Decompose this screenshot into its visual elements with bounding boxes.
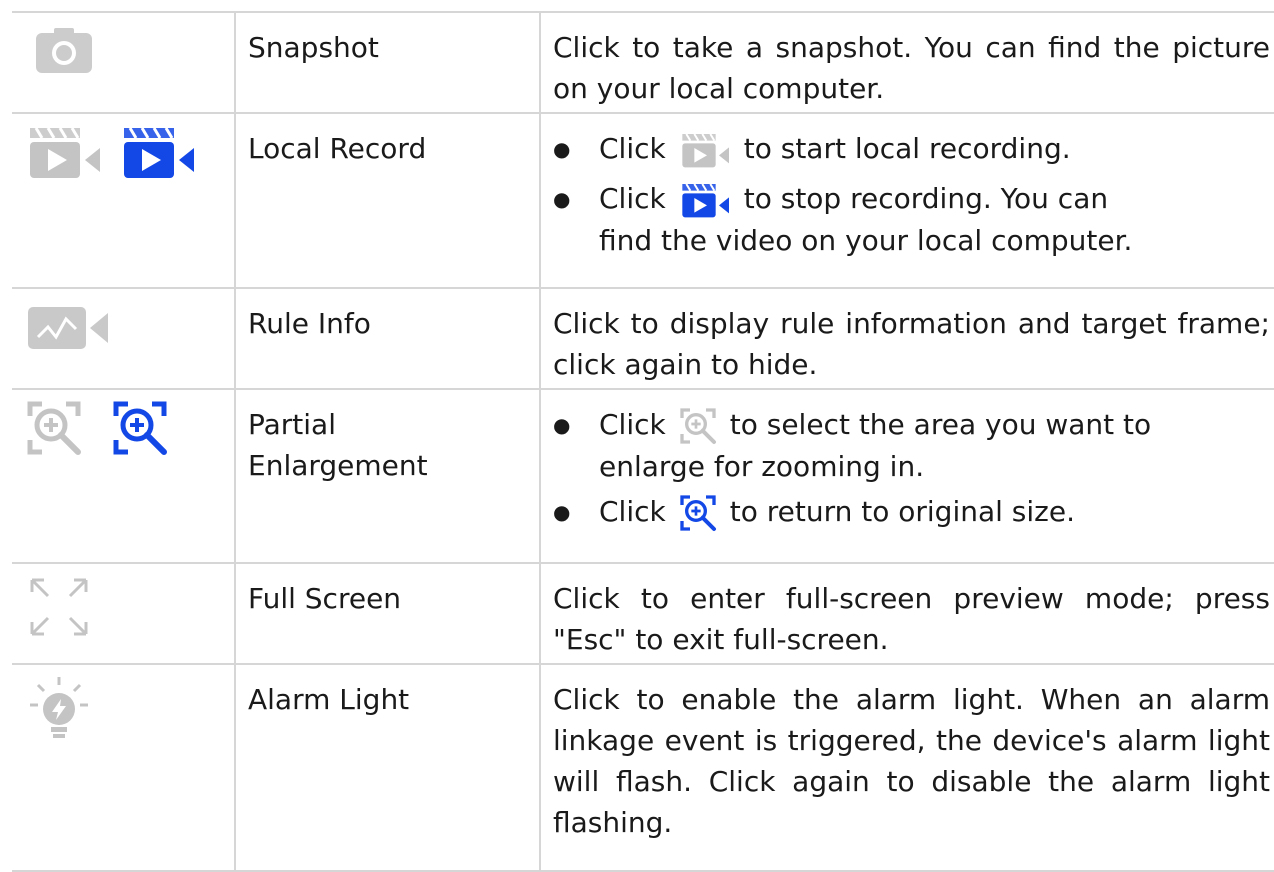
table-row: Rule Info Click to display rule informat… [12, 289, 1274, 390]
video-record-active-icon [118, 122, 198, 182]
bullet-text: find the video on your local computer. [599, 224, 1133, 257]
bullet-text: to stop recording. You can [743, 182, 1109, 215]
list-item: ● Click to stop recording. You can [553, 178, 1270, 220]
list-item: ● Click to return to original size. [553, 491, 1270, 533]
feature-description: Click to display rule information and ta… [539, 289, 1274, 388]
video-record-icon [24, 122, 104, 182]
bullet-text: to select the area you want to [729, 408, 1152, 441]
icon-cell [12, 13, 234, 112]
bullet-text: Click [599, 495, 666, 528]
bullet-icon: ● [553, 499, 571, 524]
feature-description: Click to take a snapshot. You can find t… [539, 13, 1274, 112]
zoom-in-icon [678, 406, 718, 446]
feature-name: Local Record [234, 114, 539, 287]
feature-name: Snapshot [234, 13, 539, 112]
rule-info-icon [28, 307, 108, 349]
list-item: ● Click to select the area you want to [553, 404, 1270, 446]
bullet-icon: ● [553, 136, 571, 161]
icon-cell [12, 289, 234, 388]
list-item: ● Click to start local recording. [553, 128, 1270, 170]
icon-cell [12, 665, 234, 870]
bullet-text: enlarge for zooming in. [599, 450, 925, 483]
table-row: Snapshot Click to take a snapshot. You c… [12, 13, 1274, 114]
feature-name-line: Enlargement [248, 449, 428, 482]
feature-description: ● Click to select the area you want to en… [539, 390, 1274, 562]
feature-name: Full Screen [234, 564, 539, 663]
feature-table: Snapshot Click to take a snapshot. You c… [12, 11, 1274, 872]
icon-cell [12, 390, 234, 562]
feature-description: ● Click to start local recording. ● Click… [539, 114, 1274, 287]
icon-cell [12, 564, 234, 663]
zoom-in-active-icon [110, 398, 170, 458]
feature-name: Rule Info [234, 289, 539, 388]
table-row: Full Screen Click to enter full-screen p… [12, 564, 1274, 665]
table-row: Local Record ● Click to start local recor… [12, 114, 1274, 289]
bullet-icon: ● [553, 412, 571, 437]
feature-description: Click to enable the alarm light. When an… [539, 665, 1274, 870]
bullet-text: to start local recording. [743, 132, 1071, 165]
bullet-text: Click [599, 182, 666, 215]
zoom-in-icon [24, 398, 84, 458]
icon-cell [12, 114, 234, 287]
bullet-icon: ● [553, 186, 571, 211]
video-record-active-icon [678, 180, 732, 220]
bullet-text: Click [599, 132, 666, 165]
zoom-in-active-icon [678, 493, 718, 533]
table-row: Alarm Light Click to enable the alarm li… [12, 665, 1274, 872]
camera-icon [36, 28, 92, 73]
bullet-text: Click [599, 408, 666, 441]
feature-description: Click to enter full-screen preview mode;… [539, 564, 1274, 663]
feature-name: Partial Enlargement [234, 390, 539, 562]
video-record-icon [678, 130, 732, 170]
table-row: Partial Enlargement ● Click to select the… [12, 390, 1274, 564]
bullet-text: to return to original size. [729, 495, 1076, 528]
feature-name-line: Partial [248, 408, 336, 441]
feature-name: Alarm Light [234, 665, 539, 870]
alarm-light-icon [30, 677, 88, 738]
fullscreen-icon [30, 578, 88, 636]
